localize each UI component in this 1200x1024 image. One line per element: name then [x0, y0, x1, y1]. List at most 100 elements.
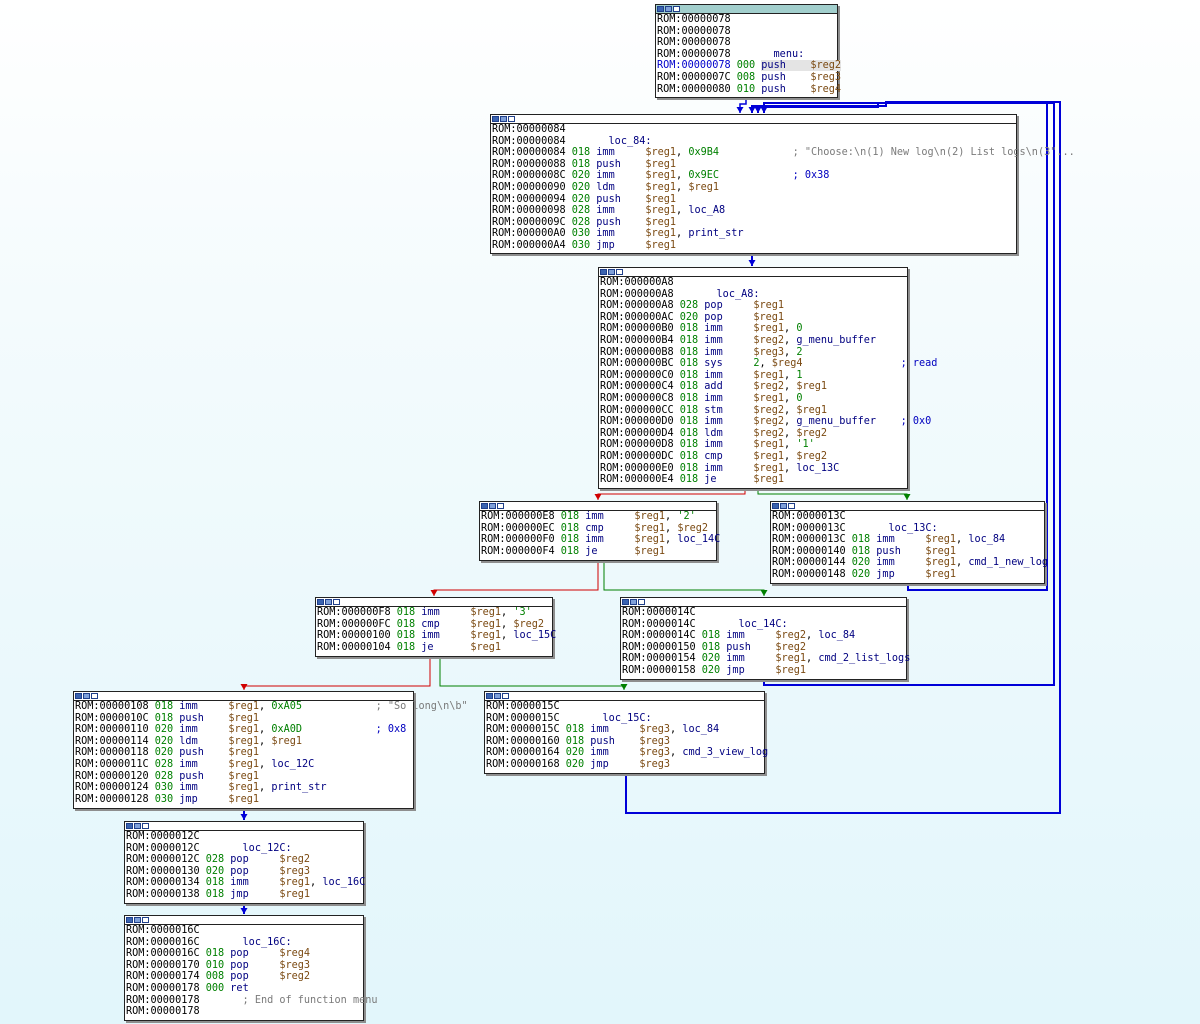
block-group-icon[interactable] [608, 269, 615, 275]
disasm-line[interactable]: ROM:0000011C 028 imm $reg1, loc_12C [75, 759, 413, 771]
disasm-line[interactable]: ROM:0000014C loc_14C: [622, 619, 906, 631]
disasm-line[interactable]: ROM:00000090 020 ldm $reg1, $reg1 [492, 182, 1016, 194]
disasm-line[interactable]: ROM:000000F4 018 je $reg1 [481, 546, 716, 558]
code-block-n0[interactable]: ROM:00000078 ROM:00000078 ROM:00000078 ROM:… [655, 4, 842, 98]
block-group-icon[interactable] [500, 116, 507, 122]
block-header[interactable] [480, 502, 716, 511]
disasm-line[interactable]: ROM:00000120 028 push $reg1 [75, 771, 413, 783]
disasm-line[interactable]: ROM:00000078 000 push $reg2 [657, 60, 842, 72]
block-color-icon[interactable] [657, 6, 664, 12]
block-collapse-icon[interactable] [142, 823, 149, 829]
block-collapse-icon[interactable] [333, 599, 340, 605]
block-color-icon[interactable] [317, 599, 324, 605]
block-header[interactable] [621, 598, 906, 607]
block-collapse-icon[interactable] [91, 693, 98, 699]
disasm-line[interactable]: ROM:000000E8 018 imm $reg1, '2' [481, 511, 716, 523]
disasm-line[interactable]: ROM:00000118 020 push $reg1 [75, 747, 413, 759]
block-header[interactable] [125, 822, 363, 831]
disasm-line[interactable]: ROM:0000010C 018 push $reg1 [75, 713, 413, 725]
disasm-line[interactable]: ROM:0000008C 020 imm $reg1, 0x9EC ; 0x38 [492, 170, 1016, 182]
disasm-line[interactable]: ROM:000000E0 018 imm $reg1, loc_13C [600, 463, 907, 475]
disasm-line[interactable]: ROM:0000007C 008 push $reg3 [657, 72, 841, 84]
disasm-line[interactable]: ROM:00000144 020 imm $reg1, cmd_1_new_lo… [772, 557, 1048, 569]
disasm-line[interactable]: ROM:00000084 [492, 124, 1016, 136]
code-block-n9[interactable]: ROM:0000012C ROM:0000012C loc_12C: ROM:000… [124, 821, 365, 904]
disasm-line[interactable]: ROM:000000F0 018 imm $reg1, loc_14C [481, 534, 720, 546]
block-group-icon[interactable] [780, 503, 787, 509]
block-header[interactable] [485, 692, 764, 701]
disasm-line[interactable]: ROM:00000160 018 push $reg3 [486, 736, 764, 748]
block-header[interactable] [491, 115, 1016, 124]
disasm-line[interactable]: ROM:0000014C [622, 607, 906, 619]
block-group-icon[interactable] [134, 823, 141, 829]
disasm-line[interactable]: ROM:00000124 030 imm $reg1, print_str [75, 782, 413, 794]
block-collapse-icon[interactable] [616, 269, 623, 275]
disasm-line[interactable]: ROM:000000A0 030 imm $reg1, print_str [492, 228, 1016, 240]
disasm-line[interactable]: ROM:000000F8 018 imm $reg1, '3' [317, 607, 552, 619]
code-block-n10[interactable]: ROM:0000016C ROM:0000016C loc_16C: ROM:000… [124, 915, 377, 1021]
disasm-line[interactable]: ROM:0000013C 018 imm $reg1, loc_84 [772, 534, 1044, 546]
disasm-line[interactable]: ROM:0000012C 028 pop $reg2 [126, 854, 363, 866]
block-collapse-icon[interactable] [502, 693, 509, 699]
disasm-line[interactable]: ROM:00000078 [657, 14, 837, 26]
disasm-line[interactable]: ROM:00000098 028 imm $reg1, loc_A8 [492, 205, 1016, 217]
disasm-line[interactable]: ROM:00000078 menu: [657, 49, 837, 61]
disasm-line[interactable]: ROM:0000012C [126, 831, 363, 843]
disasm-line[interactable]: ROM:0000013C loc_13C: [772, 523, 1044, 535]
disasm-line[interactable]: ROM:00000078 [657, 26, 837, 38]
disasm-line[interactable]: ROM:000000CC 018 stm $reg2, $reg1 [600, 405, 907, 417]
disasm-line[interactable]: ROM:00000084 018 imm $reg1, 0x9B4 ; "Cho… [492, 147, 1075, 159]
block-color-icon[interactable] [772, 503, 779, 509]
block-header[interactable] [316, 598, 552, 607]
block-group-icon[interactable] [665, 6, 672, 12]
code-block-n3[interactable]: ROM:000000E8 018 imm $reg1, '2' ROM:00000… [479, 501, 720, 561]
block-header[interactable] [125, 916, 363, 925]
block-collapse-icon[interactable] [638, 599, 645, 605]
block-header[interactable] [599, 268, 907, 277]
disasm-line[interactable]: ROM:000000B8 018 imm $reg3, 2 [600, 347, 907, 359]
disasm-line[interactable]: ROM:000000A8 [600, 277, 907, 289]
disasm-line[interactable]: ROM:000000AC 020 pop $reg1 [600, 312, 907, 324]
code-block-n4[interactable]: ROM:0000013C ROM:0000013C loc_13C: ROM:000… [770, 501, 1048, 584]
code-block-n1[interactable]: ROM:00000084 ROM:00000084 loc_84: ROM:0000… [490, 114, 1075, 254]
disasm-line[interactable]: ROM:00000178 000 ret [126, 983, 363, 995]
disasm-line[interactable]: ROM:0000016C loc_16C: [126, 937, 363, 949]
disasm-line[interactable]: ROM:0000013C [772, 511, 1044, 523]
block-collapse-icon[interactable] [788, 503, 795, 509]
disasm-line[interactable]: ROM:000000C8 018 imm $reg1, 0 [600, 393, 907, 405]
block-collapse-icon[interactable] [497, 503, 504, 509]
block-group-icon[interactable] [630, 599, 637, 605]
block-color-icon[interactable] [492, 116, 499, 122]
disasm-line[interactable]: ROM:00000130 020 pop $reg3 [126, 866, 363, 878]
block-color-icon[interactable] [486, 693, 493, 699]
disasm-line[interactable]: ROM:000000D0 018 imm $reg2, g_menu_buffe… [600, 416, 931, 428]
disasm-line[interactable]: ROM:000000B0 018 imm $reg1, 0 [600, 323, 907, 335]
block-collapse-icon[interactable] [673, 6, 680, 12]
disasm-line[interactable]: ROM:00000080 010 push $reg4 [657, 84, 841, 96]
block-group-icon[interactable] [83, 693, 90, 699]
code-block-n2[interactable]: ROM:000000A8 ROM:000000A8 loc_A8: ROM:0000… [598, 267, 937, 489]
disasm-line[interactable]: ROM:000000A4 030 jmp $reg1 [492, 240, 1016, 252]
disasm-line[interactable]: ROM:000000C4 018 add $reg2, $reg1 [600, 381, 907, 393]
disasm-line[interactable]: ROM:00000178 [126, 1006, 363, 1018]
disasm-line[interactable]: ROM:0000009C 028 push $reg1 [492, 217, 1016, 229]
block-header[interactable] [74, 692, 413, 701]
disasm-line[interactable]: ROM:0000016C 018 pop $reg4 [126, 948, 363, 960]
disasm-line[interactable]: ROM:0000015C 018 imm $reg3, loc_84 [486, 724, 764, 736]
block-group-icon[interactable] [325, 599, 332, 605]
disasm-line[interactable]: ROM:000000EC 018 cmp $reg1, $reg2 [481, 523, 716, 535]
block-header[interactable] [656, 5, 837, 14]
disasm-line[interactable]: ROM:00000170 010 pop $reg3 [126, 960, 363, 972]
disasm-line[interactable]: ROM:00000150 018 push $reg2 [622, 642, 906, 654]
disasm-line[interactable]: ROM:00000094 020 push $reg1 [492, 194, 1016, 206]
disasm-line[interactable]: ROM:0000014C 018 imm $reg2, loc_84 [622, 630, 906, 642]
disasm-line[interactable]: ROM:00000134 018 imm $reg1, loc_16C [126, 877, 365, 889]
block-color-icon[interactable] [126, 823, 133, 829]
block-color-icon[interactable] [126, 917, 133, 923]
code-block-n5[interactable]: ROM:000000F8 018 imm $reg1, '3' ROM:00000… [315, 597, 556, 657]
disasm-line[interactable]: ROM:00000158 020 jmp $reg1 [622, 665, 906, 677]
block-color-icon[interactable] [622, 599, 629, 605]
disasm-line[interactable]: ROM:00000168 020 jmp $reg3 [486, 759, 764, 771]
disasm-line[interactable]: ROM:0000012C loc_12C: [126, 843, 363, 855]
block-color-icon[interactable] [600, 269, 607, 275]
